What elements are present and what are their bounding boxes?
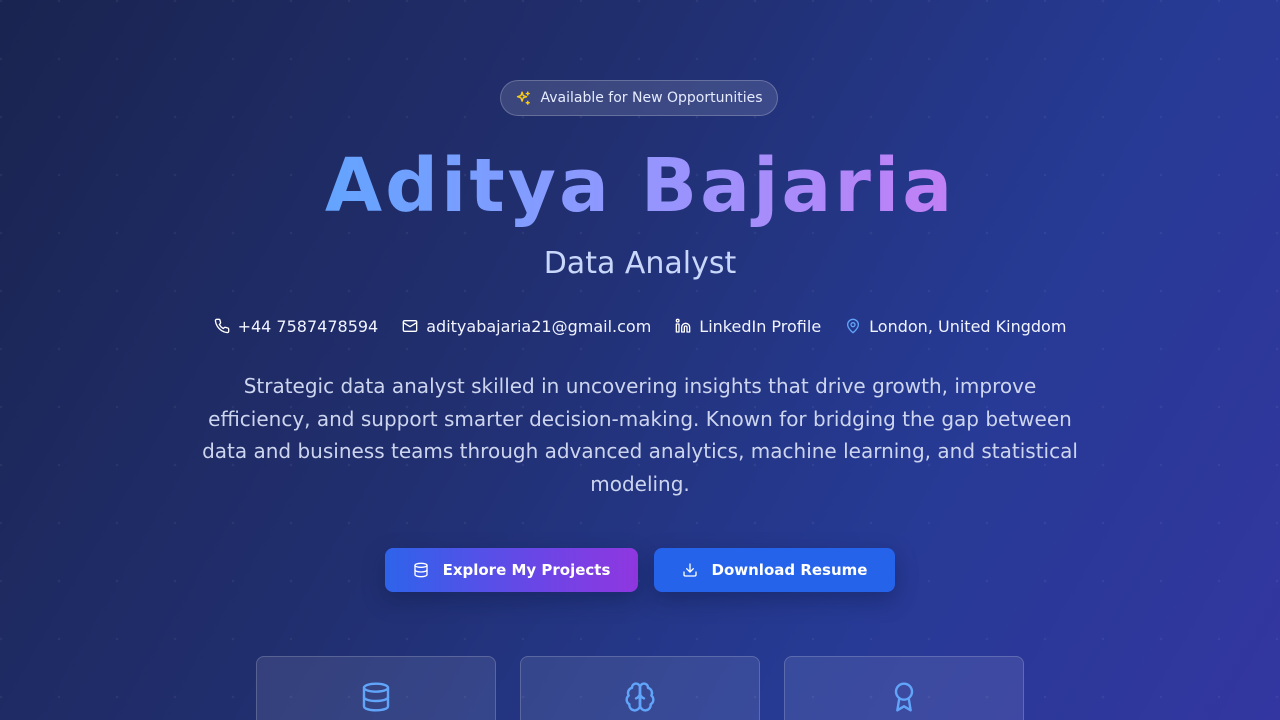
mail-icon [402, 318, 418, 334]
contact-list: +44 7587478594 adityabajaria21@gmail.com… [0, 314, 1280, 338]
contact-email[interactable]: adityabajaria21@gmail.com [402, 314, 651, 338]
hero-section: Available for New Opportunities Aditya B… [0, 0, 1280, 720]
phone-icon [214, 318, 230, 334]
contact-location-label: London, United Kingdom [869, 316, 1067, 336]
highlight-card-award [784, 656, 1024, 720]
availability-badge-label: Available for New Opportunities [540, 90, 763, 106]
explore-projects-label: Explore My Projects [442, 561, 611, 579]
map-pin-icon [845, 318, 861, 334]
hero-summary: Strategic data analyst skilled in uncove… [202, 374, 1078, 496]
hero-name-text: Aditya Bajaria [324, 143, 956, 229]
availability-badge: Available for New Opportunities [500, 80, 778, 116]
contact-linkedin[interactable]: LinkedIn Profile [675, 314, 821, 338]
hero-role: Data Analyst [543, 246, 737, 281]
brain-icon [624, 681, 656, 720]
linkedin-icon [675, 318, 691, 334]
hero-name: Aditya Bajaria [0, 142, 1280, 230]
contact-linkedin-label: LinkedIn Profile [699, 316, 822, 336]
database-icon [413, 562, 429, 578]
download-icon [682, 562, 698, 578]
highlight-card-data [256, 656, 496, 720]
explore-projects-button[interactable]: Explore My Projects [385, 548, 638, 592]
award-icon [888, 681, 920, 720]
contact-phone-label: +44 7587478594 [237, 316, 379, 336]
download-resume-label: Download Resume [711, 561, 868, 579]
database-icon [360, 681, 392, 720]
contact-phone[interactable]: +44 7587478594 [214, 314, 379, 338]
contact-location: London, United Kingdom [845, 314, 1066, 338]
download-resume-button[interactable]: Download Resume [654, 548, 895, 592]
sparkles-icon [515, 90, 532, 107]
highlight-card-ml [520, 656, 760, 720]
contact-email-label: adityabajaria21@gmail.com [426, 316, 652, 336]
